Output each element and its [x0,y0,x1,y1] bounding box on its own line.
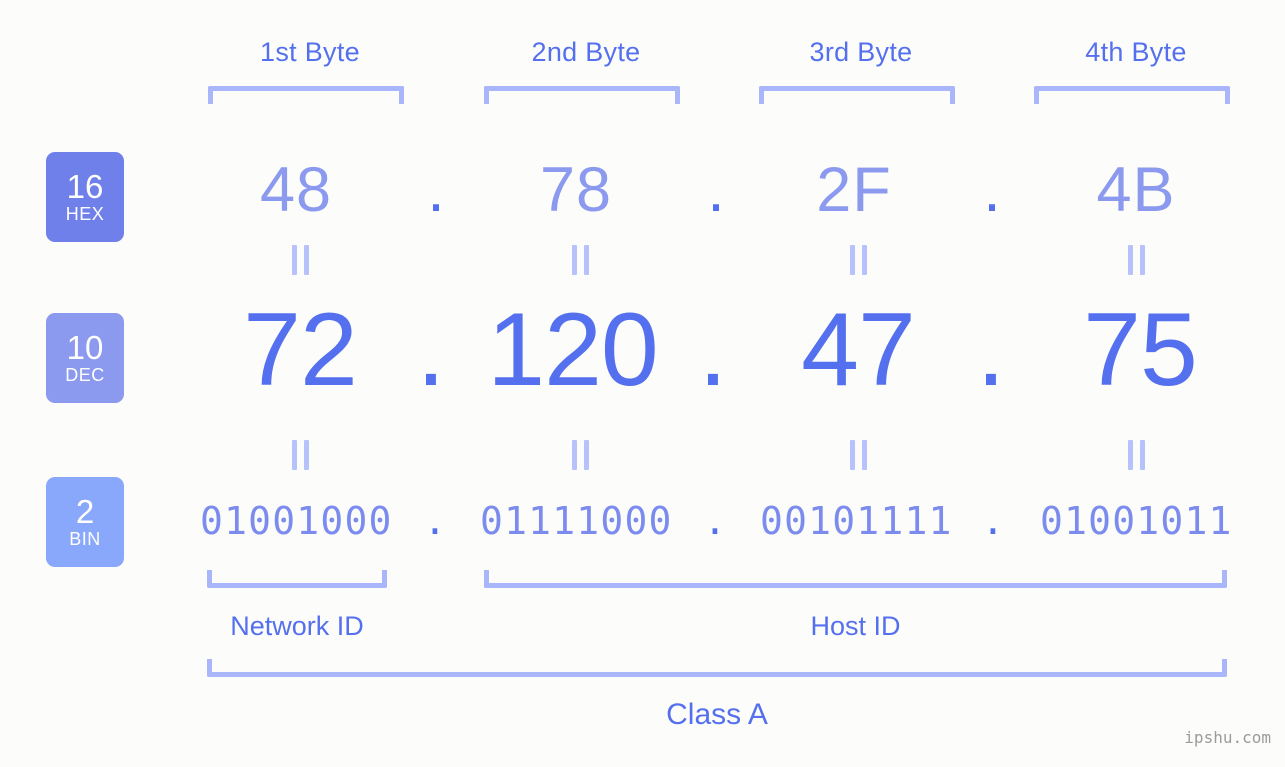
hex-octet-2: 78 [539,155,613,225]
base-badge-hex-name: HEX [65,203,105,224]
class-bracket [207,659,1227,677]
equals-mark-dec-bin-4 [1123,440,1149,470]
bin-octet-3: 00101111 [760,499,953,543]
dec-separator-1: . [416,292,446,408]
equals-mark-hex-dec-2 [567,245,593,275]
class-label: Class A [666,698,768,731]
equals-mark-hex-dec-3 [845,245,871,275]
byte-header-label-4: 4th Byte [1085,37,1187,67]
base-badge-dec-name: DEC [65,364,105,385]
host-id-bracket [484,570,1227,588]
byte-header-label-3: 3rd Byte [809,37,913,67]
byte-bracket-top-2 [484,86,680,104]
network-id-label: Network ID [230,611,364,641]
bin-separator-1: . [423,499,447,543]
dec-separator-3: . [976,292,1006,408]
hex-separator-2: . [707,155,725,225]
hex-octet-3: 2F [816,155,892,225]
byte-bracket-top-4 [1034,86,1230,104]
equals-mark-dec-bin-3 [845,440,871,470]
base-badge-dec-number: 10 [66,328,104,366]
bin-octet-4: 01001011 [1040,499,1233,543]
watermark: ipshu.com [1184,728,1271,747]
byte-bracket-top-1 [208,86,404,104]
bin-octet-1: 01001000 [200,499,393,543]
hex-separator-1: . [427,155,445,225]
hex-separator-3: . [983,155,1001,225]
base-badge-bin-number: 2 [75,492,95,530]
equals-mark-hex-dec-1 [287,245,313,275]
network-id-bracket [207,570,387,588]
dec-octet-3: 47 [801,292,916,408]
byte-bracket-top-3 [759,86,955,104]
host-id-label: Host ID [810,611,901,641]
byte-header-label-2: 2nd Byte [531,37,641,67]
dec-octet-4: 75 [1083,292,1198,408]
bin-octet-2: 01111000 [480,499,673,543]
equals-mark-hex-dec-4 [1123,245,1149,275]
hex-octet-4: 4B [1096,155,1176,225]
bin-separator-2: . [703,499,727,543]
base-badge-dec: 10 DEC [46,313,124,403]
ip-address-breakdown-diagram: 1st Byte 2nd Byte 3rd Byte 4th Byte 16 H… [0,0,1285,767]
byte-header-label-1: 1st Byte [260,37,360,67]
hex-octet-1: 48 [259,155,333,225]
equals-mark-dec-bin-2 [567,440,593,470]
base-badge-hex-number: 16 [66,167,104,205]
bin-separator-3: . [981,499,1005,543]
base-badge-bin: 2 BIN [46,477,124,567]
equals-mark-dec-bin-1 [287,440,313,470]
dec-octet-2: 120 [487,292,659,408]
base-badge-bin-name: BIN [69,528,101,549]
dec-separator-2: . [698,292,728,408]
dec-octet-1: 72 [243,292,358,408]
base-badge-hex: 16 HEX [46,152,124,242]
